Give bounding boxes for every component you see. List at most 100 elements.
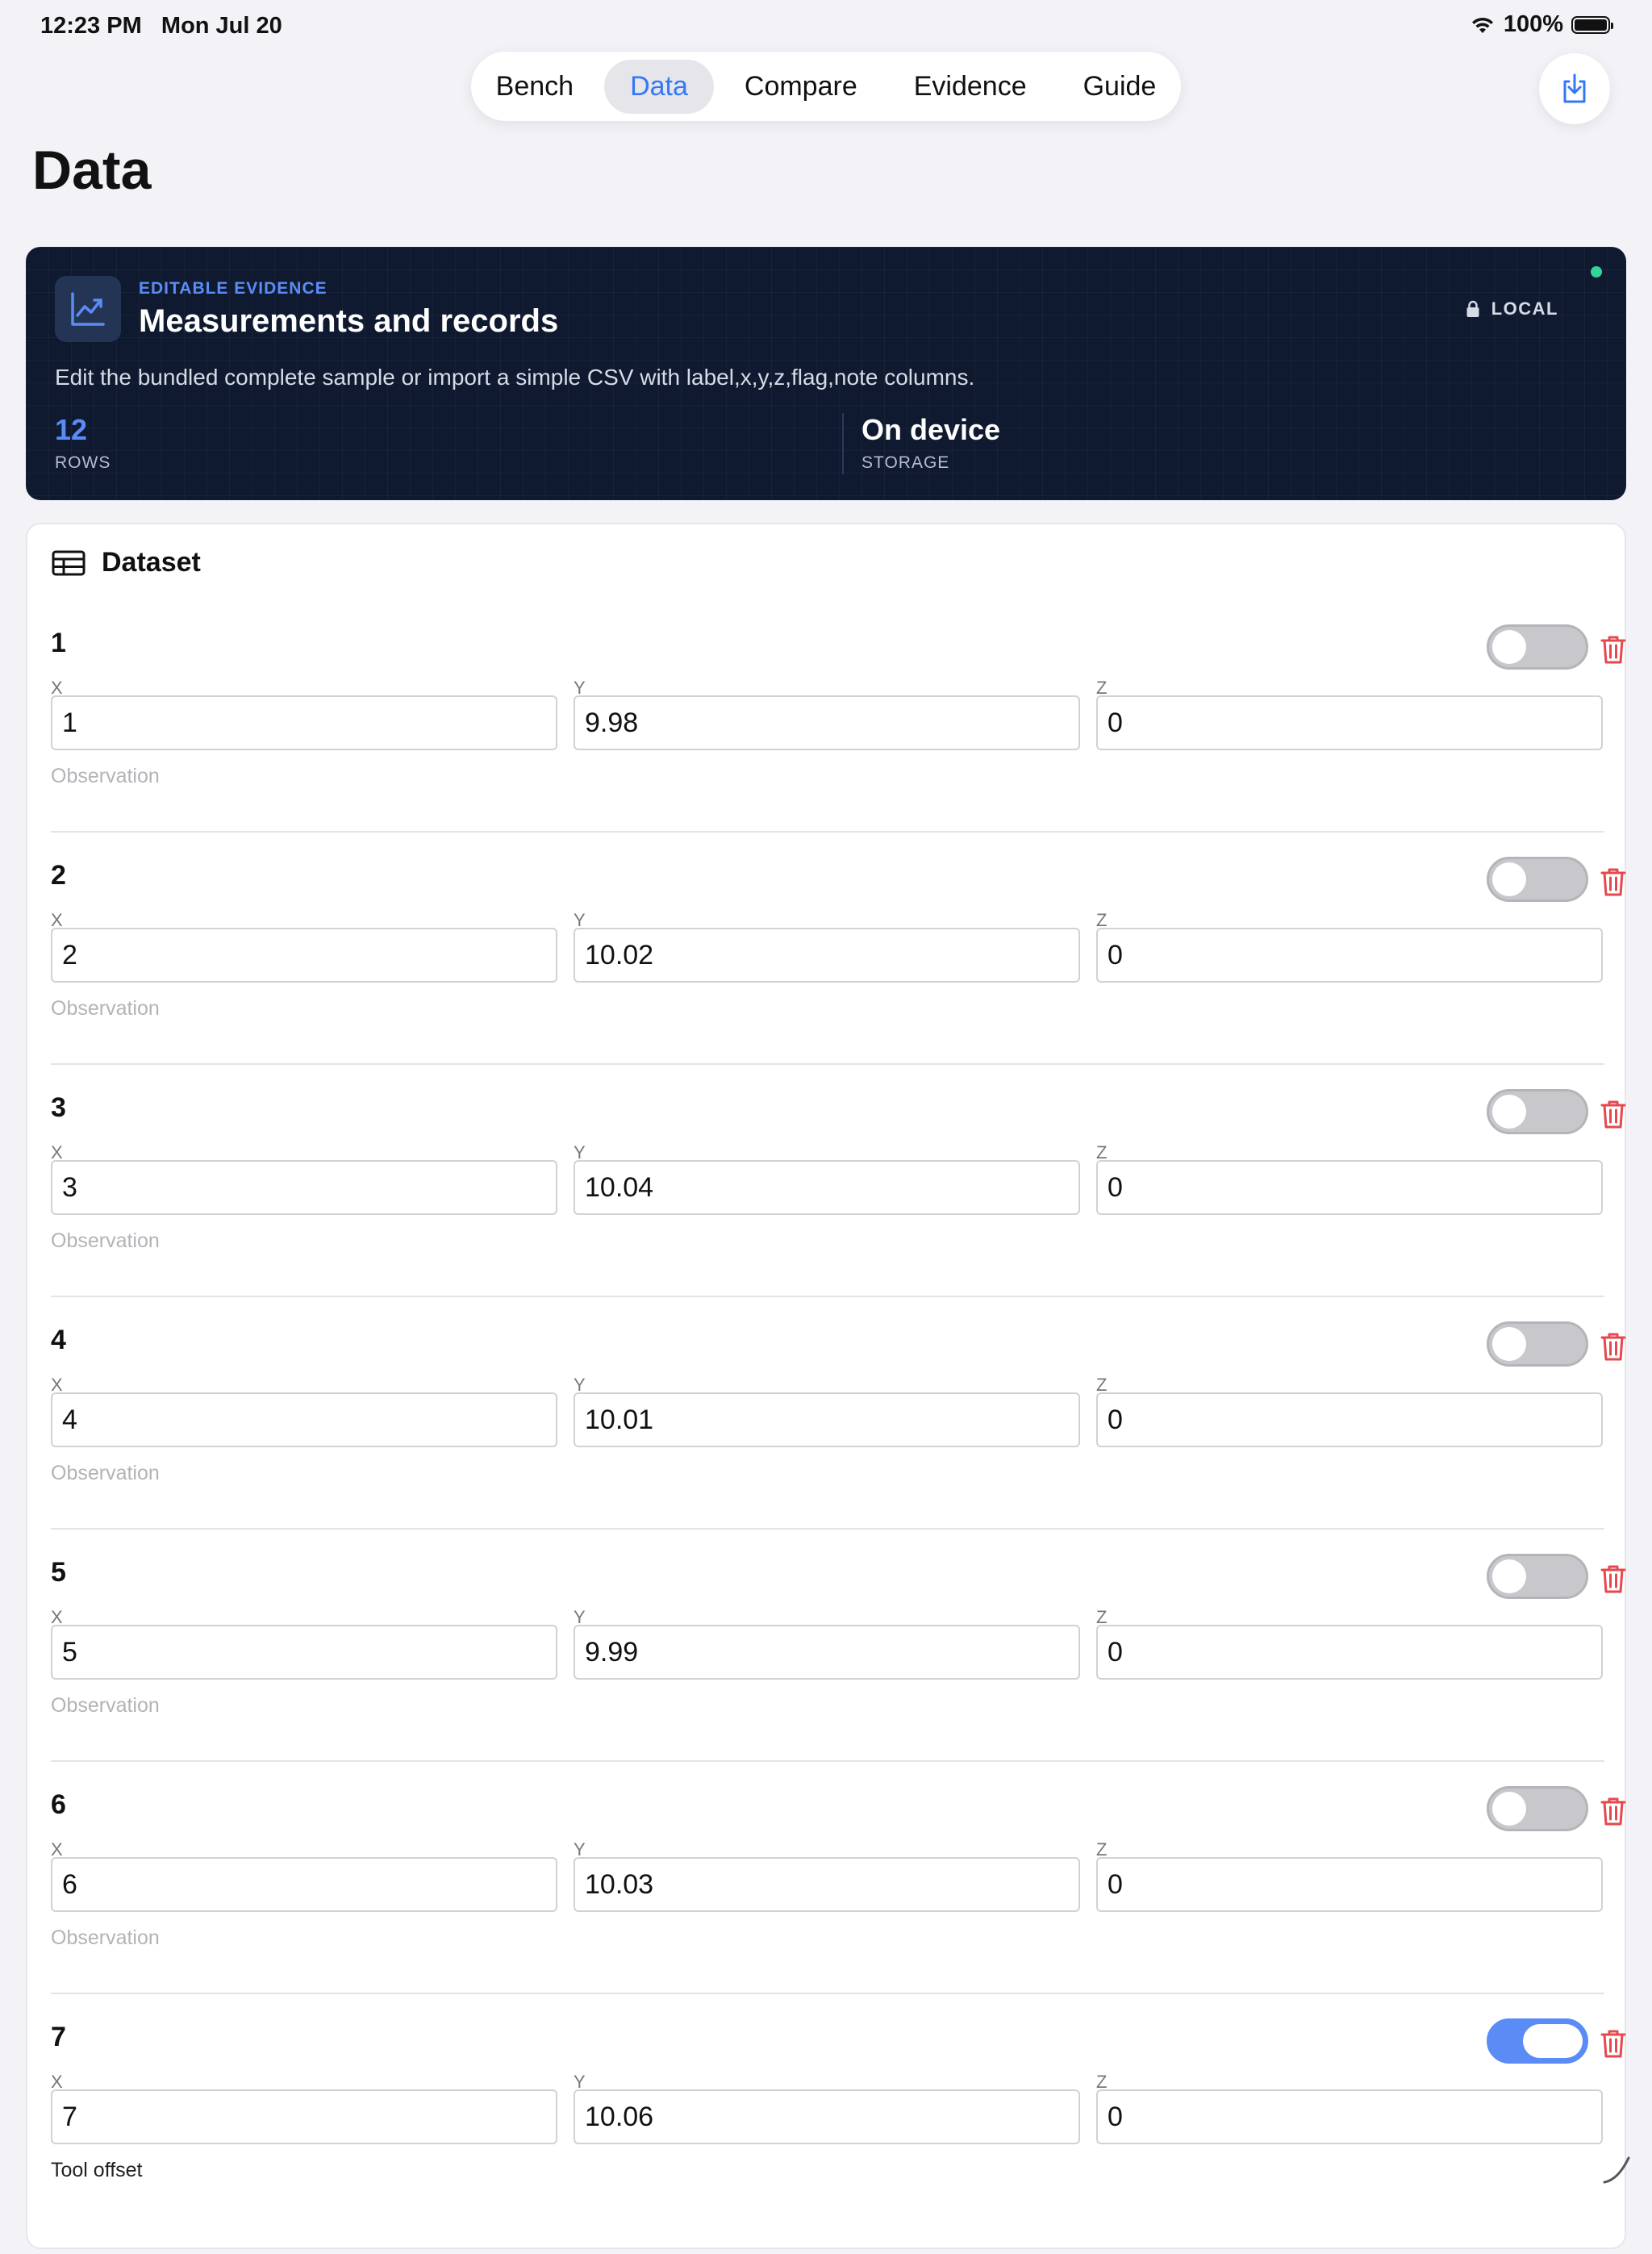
dataset-row: 3 X Y Z Observation bbox=[51, 1089, 1626, 1325]
dataset-row: 5 X Y Z Observation bbox=[51, 1554, 1626, 1789]
flag-toggle[interactable] bbox=[1487, 1321, 1588, 1367]
x-input[interactable] bbox=[51, 2089, 557, 2144]
status-bar: 12:23 PM Mon Jul 20 100% bbox=[0, 0, 1652, 52]
y-input[interactable] bbox=[574, 928, 1080, 983]
evidence-summary-card: EDITABLE EVIDENCE Measurements and recor… bbox=[26, 247, 1626, 500]
note-field[interactable]: Tool offset bbox=[51, 2159, 143, 2182]
dataset-row: 2 X Y Z Observation bbox=[51, 857, 1626, 1092]
trash-icon[interactable] bbox=[1600, 1563, 1627, 1594]
row-divider bbox=[51, 1760, 1604, 1762]
note-field[interactable]: Observation bbox=[51, 1694, 160, 1718]
battery-icon bbox=[1571, 15, 1613, 34]
hero-icon-tile bbox=[55, 276, 121, 342]
scroll-indicator-icon bbox=[1603, 2156, 1630, 2184]
note-field[interactable]: Observation bbox=[51, 1926, 160, 1950]
import-button[interactable] bbox=[1539, 53, 1610, 124]
row-divider bbox=[51, 1296, 1604, 1297]
trash-icon[interactable] bbox=[1600, 2028, 1627, 2059]
hero-description: Edit the bundled complete sample or impo… bbox=[55, 365, 975, 390]
z-input[interactable] bbox=[1096, 1392, 1603, 1447]
z-input[interactable] bbox=[1096, 695, 1603, 750]
tab-data[interactable]: Data bbox=[604, 59, 714, 114]
dataset-row: 6 X Y Z Observation bbox=[51, 1786, 1626, 2022]
tab-bench[interactable]: Bench bbox=[470, 60, 599, 114]
storage-badge-label: LOCAL bbox=[1491, 298, 1558, 319]
x-input[interactable] bbox=[51, 1392, 557, 1447]
z-input[interactable] bbox=[1096, 2089, 1603, 2144]
tab-evidence[interactable]: Evidence bbox=[888, 60, 1053, 114]
dataset-row: 4 X Y Z Observation bbox=[51, 1321, 1626, 1557]
row-label: 1 bbox=[51, 628, 66, 658]
row-divider bbox=[51, 1528, 1604, 1530]
lock-icon bbox=[1466, 300, 1479, 317]
trash-icon[interactable] bbox=[1600, 634, 1627, 665]
trash-icon[interactable] bbox=[1600, 1796, 1627, 1826]
chart-line-icon bbox=[71, 292, 105, 326]
table-icon bbox=[52, 550, 86, 575]
tray-download-icon bbox=[1563, 73, 1586, 103]
row-label: 3 bbox=[51, 1092, 66, 1123]
rows-count: 12 bbox=[55, 413, 88, 446]
dataset-row: 7 X Y Z Tool offset bbox=[51, 2018, 1626, 2254]
status-time: 12:23 PM Mon Jul 20 bbox=[40, 13, 282, 40]
note-field[interactable]: Observation bbox=[51, 997, 160, 1021]
dataset-card: Dataset 1 X Y Z Observation 2 X Y Z bbox=[26, 523, 1626, 2249]
dataset-title: Dataset bbox=[102, 547, 201, 578]
status-indicators: 100% bbox=[1470, 11, 1613, 38]
y-input[interactable] bbox=[574, 1625, 1080, 1680]
x-input[interactable] bbox=[51, 1160, 557, 1215]
y-input[interactable] bbox=[574, 1160, 1080, 1215]
live-status-dot bbox=[1591, 266, 1602, 278]
row-label: 2 bbox=[51, 860, 66, 891]
flag-toggle[interactable] bbox=[1487, 1786, 1588, 1831]
x-input[interactable] bbox=[51, 928, 557, 983]
y-input[interactable] bbox=[574, 695, 1080, 750]
z-input[interactable] bbox=[1096, 1160, 1603, 1215]
flag-toggle[interactable] bbox=[1487, 2018, 1588, 2064]
note-field[interactable]: Observation bbox=[51, 765, 160, 788]
dataset-header: Dataset bbox=[52, 547, 201, 578]
z-input[interactable] bbox=[1096, 928, 1603, 983]
y-input[interactable] bbox=[574, 1857, 1080, 1912]
clock-time: 12:23 PM bbox=[40, 13, 142, 39]
dataset-row: 1 X Y Z Observation bbox=[51, 624, 1626, 860]
x-input[interactable] bbox=[51, 1857, 557, 1912]
rows-stat: 12 ROWS bbox=[55, 413, 111, 473]
hero-kicker: EDITABLE EVIDENCE bbox=[139, 279, 327, 298]
row-divider bbox=[51, 1063, 1604, 1065]
trash-icon[interactable] bbox=[1600, 866, 1627, 897]
y-input[interactable] bbox=[574, 1392, 1080, 1447]
hero-title: Measurements and records bbox=[139, 303, 559, 339]
flag-toggle[interactable] bbox=[1487, 1554, 1588, 1599]
y-input[interactable] bbox=[574, 2089, 1080, 2144]
tab-bar: Bench Data Compare Evidence Guide bbox=[471, 52, 1181, 121]
row-label: 5 bbox=[51, 1557, 66, 1588]
row-divider bbox=[51, 831, 1604, 833]
rows-label: ROWS bbox=[55, 453, 111, 472]
trash-icon[interactable] bbox=[1600, 1099, 1627, 1129]
x-input[interactable] bbox=[51, 695, 557, 750]
trash-icon[interactable] bbox=[1600, 1331, 1627, 1362]
wifi-icon bbox=[1471, 17, 1493, 33]
row-label: 4 bbox=[51, 1325, 66, 1355]
tab-guide[interactable]: Guide bbox=[1058, 60, 1183, 114]
storage-stat: On device STORAGE bbox=[842, 413, 1000, 474]
flag-toggle[interactable] bbox=[1487, 857, 1588, 902]
flag-toggle[interactable] bbox=[1487, 624, 1588, 670]
storage-value: On device bbox=[861, 413, 1001, 446]
note-field[interactable]: Observation bbox=[51, 1229, 160, 1253]
row-divider bbox=[51, 1993, 1604, 1994]
clock-date: Mon Jul 20 bbox=[161, 13, 282, 39]
z-input[interactable] bbox=[1096, 1857, 1603, 1912]
page-title: Data bbox=[32, 140, 152, 201]
x-input[interactable] bbox=[51, 1625, 557, 1680]
flag-toggle[interactable] bbox=[1487, 1089, 1588, 1134]
storage-badge: LOCAL bbox=[1466, 298, 1558, 319]
storage-label: STORAGE bbox=[861, 453, 950, 472]
tab-compare[interactable]: Compare bbox=[719, 60, 883, 114]
note-field[interactable]: Observation bbox=[51, 1462, 160, 1485]
battery-percent: 100% bbox=[1503, 11, 1563, 37]
z-input[interactable] bbox=[1096, 1625, 1603, 1680]
row-label: 7 bbox=[51, 2022, 66, 2052]
row-label: 6 bbox=[51, 1789, 66, 1820]
